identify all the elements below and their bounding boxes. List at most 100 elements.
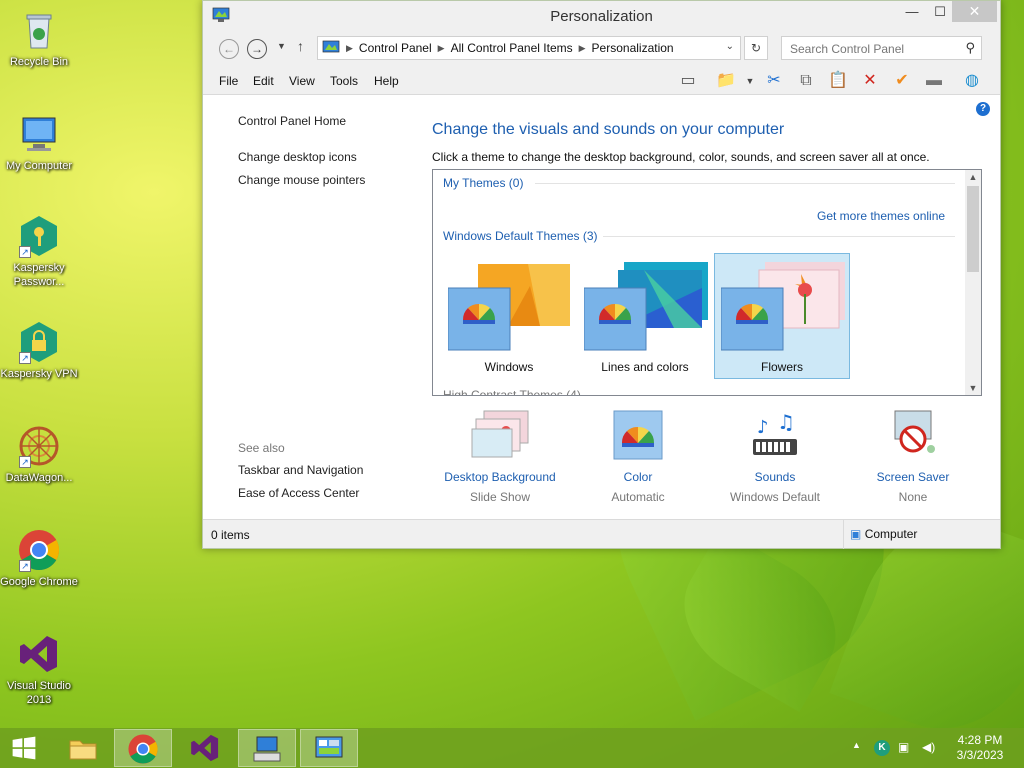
desktop-icon-my-computer[interactable]: My Computer [0,112,78,173]
screen-saver-icon [894,410,935,453]
cut-icon[interactable]: ✂ [763,70,785,92]
taskbar: ▲ K ▣ ◀) 4:28 PM 3/3/2023 [0,728,1024,768]
refresh-button[interactable]: ↻ [744,36,768,60]
group-divider [535,183,955,184]
screen-saver-setting[interactable]: Screen Saver None [846,409,980,504]
control-panel-home-link[interactable]: Control Panel Home [238,114,346,128]
get-more-themes-link[interactable]: Get more themes online [817,209,945,223]
navigation-bar: ← → ▼ ↑ ▶ Control Panel ▶ All Control Pa… [203,31,1000,65]
datawagon-icon: ↗ [17,424,61,468]
show-hidden-icons-icon[interactable]: ▲ [852,740,861,750]
setting-label: Sounds [754,470,796,484]
desktop-icon-visual-studio[interactable]: Visual Studio 2013 [0,632,78,707]
desktop-icon-kaspersky-password[interactable]: ↗ Kaspersky Passwor... [0,214,78,289]
desktop-background-icon [471,410,529,458]
chrome-icon [128,734,158,764]
svg-text:♪: ♪ [757,417,769,438]
folder-options-icon[interactable]: 📁 [715,70,737,92]
desktop-icon-label: Kaspersky VPN [0,368,78,380]
recent-locations-dropdown[interactable]: ▼ [277,41,286,51]
setting-value: Automatic [611,490,665,504]
theme-preview [584,262,708,351]
scroll-down-icon[interactable]: ▼ [965,383,981,393]
theme-windows[interactable]: Windows [441,253,577,379]
menu-file[interactable]: File [219,74,238,88]
minimize-button[interactable]: — [897,1,927,22]
menu-edit[interactable]: Edit [253,74,274,88]
recycle-bin-icon [17,8,61,52]
scroll-thumb[interactable] [967,186,979,272]
taskbar-file-explorer[interactable] [54,729,112,767]
back-button[interactable]: ← [219,39,239,59]
desktop-icon-label: Kaspersky Passwor... [13,262,65,288]
desktop-icon-kaspersky-vpn[interactable]: ↗ Kaspersky VPN [0,320,78,381]
globe-icon[interactable]: ◍ [961,70,983,92]
search-input[interactable]: Search Control Panel ⚲ [781,36,982,60]
forward-button[interactable]: → [247,39,267,59]
sounds-icon: ♪ ♫ [753,410,797,455]
properties-icon[interactable]: ▬ [923,70,945,92]
desktop-icon-recycle-bin[interactable]: Recycle Bin [0,8,78,69]
help-icon[interactable]: ? [976,102,990,116]
high-contrast-group[interactable]: High Contrast Themes (4) [443,388,581,395]
taskbar-control-panel[interactable] [300,729,358,767]
ease-of-access-link[interactable]: Ease of Access Center [238,486,359,500]
see-also-label: See also [238,441,285,455]
chevron-down-icon[interactable]: ⌄ [726,41,734,52]
menu-tools[interactable]: Tools [330,74,358,88]
taskbar-navigation-link[interactable]: Taskbar and Navigation [238,463,363,477]
taskbar-chrome[interactable] [114,729,172,767]
sounds-setting[interactable]: ♪ ♫ Sounds Windows Default [708,409,842,504]
desktop-icon-datawagon[interactable]: ↗ DataWagon... [0,424,78,485]
kaspersky-password-icon: ↗ [17,214,61,258]
address-bar[interactable]: ▶ Control Panel ▶ All Control Panel Item… [317,36,741,60]
window-title: Personalization [550,8,653,25]
theme-flowers[interactable]: Flowers [714,253,850,379]
page-title: Change the visuals and sounds on your co… [432,121,785,138]
my-themes-group[interactable]: My Themes (0) [443,176,523,190]
clock[interactable]: 4:28 PM 3/3/2023 [952,733,1008,763]
taskbar-keyboard-app[interactable] [238,729,296,767]
kaspersky-tray-icon[interactable]: K [874,740,890,756]
checkmark-icon[interactable]: ✔ [891,70,913,92]
taskbar-visual-studio[interactable] [176,729,234,767]
breadcrumb-control-panel[interactable]: Control Panel [359,41,432,55]
theme-list: My Themes (0) Get more themes online Win… [432,169,982,396]
breadcrumb-all-items[interactable]: All Control Panel Items [451,41,573,55]
change-mouse-pointers-link[interactable]: Change mouse pointers [238,173,365,187]
status-location: ▣ Computer [843,520,1000,549]
breadcrumb-personalization[interactable]: Personalization [592,41,674,55]
theme-preview [448,264,570,351]
theme-lines-and-colors[interactable]: Lines and colors [577,253,713,379]
theme-list-scrollbar[interactable]: ▲ ▼ [965,170,981,395]
delete-icon[interactable]: ✕ [859,70,881,92]
chevron-down-icon[interactable]: ▼ [739,70,761,92]
layout-icon[interactable]: ▭ [677,70,699,92]
maximize-button[interactable]: ☐ [925,1,955,22]
desktop-icon-label: DataWagon... [5,472,73,484]
menu-view[interactable]: View [289,74,315,88]
change-desktop-icons-link[interactable]: Change desktop icons [238,150,357,164]
setting-value: None [898,490,928,504]
breadcrumb-separator: ▶ [437,42,445,53]
desktop-background-setting[interactable]: Desktop Background Slide Show [433,409,567,504]
theme-label: Windows [484,360,534,374]
default-themes-group[interactable]: Windows Default Themes (3) [443,229,598,243]
paste-icon[interactable]: 📋 [827,70,849,92]
scroll-up-icon[interactable]: ▲ [965,172,981,182]
title-bar[interactable]: Personalization — ☐ ✕ [203,1,1000,31]
copy-icon[interactable]: ⧉ [795,70,817,92]
network-icon[interactable]: ▣ [898,740,909,754]
computer-icon: ▣ [850,527,862,541]
up-button[interactable]: ↑ [297,38,304,54]
desktop-icon-label: Visual Studio 2013 [6,680,71,706]
desktop-icon-google-chrome[interactable]: ↗ Google Chrome [0,528,78,589]
theme-label: Flowers [760,360,803,374]
shortcut-arrow-icon: ↗ [19,246,31,258]
volume-icon[interactable]: ◀) [922,740,935,754]
color-setting[interactable]: Color Automatic [571,409,705,504]
menu-help[interactable]: Help [374,74,399,88]
start-button[interactable] [0,729,48,767]
close-button[interactable]: ✕ [952,1,997,22]
windows-logo-icon [12,736,36,760]
